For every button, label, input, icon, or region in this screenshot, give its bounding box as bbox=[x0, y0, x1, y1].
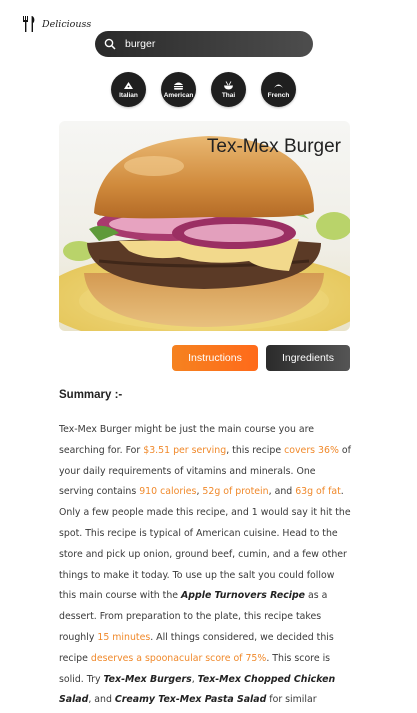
cuisine-label: Italian bbox=[119, 91, 138, 99]
cuisine-french[interactable]: French bbox=[261, 72, 296, 107]
search-input[interactable] bbox=[125, 38, 295, 50]
summary-recipe-link[interactable]: Tex-Mex Burgers bbox=[103, 674, 191, 685]
app-logo[interactable]: Deliciouss bbox=[22, 16, 91, 32]
summary-highlight: deserves a spoonacular score of 75% bbox=[90, 652, 267, 664]
instructions-button[interactable]: Instructions bbox=[172, 345, 258, 371]
summary-recipe-link[interactable]: Apple Turnovers Recipe bbox=[181, 590, 305, 601]
summary-text: . Only a few people made this recipe, an… bbox=[59, 486, 351, 602]
summary-highlight: 63g of fat bbox=[295, 486, 341, 498]
recipe-image: Tex-Mex Burger bbox=[59, 121, 350, 331]
search-icon bbox=[104, 38, 116, 50]
summary-highlight: covers 36% bbox=[284, 444, 339, 456]
summary-heading: Summary :- bbox=[59, 389, 123, 401]
summary-text: , and bbox=[88, 694, 115, 706]
summary-recipe-link[interactable]: Creamy Tex-Mex Pasta Salad bbox=[115, 694, 266, 705]
cuisine-label: Thai bbox=[221, 91, 236, 99]
summary-highlight: $3.51 per serving bbox=[143, 444, 227, 456]
croissant-icon bbox=[274, 84, 283, 88]
app-name: Deliciouss bbox=[42, 18, 92, 30]
cuisine-label: American bbox=[163, 91, 194, 99]
cuisine-italian[interactable]: Italian bbox=[111, 72, 146, 107]
cuisine-thai[interactable]: Thai bbox=[211, 72, 246, 107]
recipe-summary: Tex-Mex Burger might be just the main co… bbox=[59, 420, 351, 713]
summary-highlight: 52g of protein bbox=[202, 486, 269, 498]
burger-icon bbox=[174, 82, 183, 90]
cuisine-label: French bbox=[267, 91, 290, 99]
summary-text: , this recipe bbox=[226, 444, 285, 456]
recipe-title: Tex-Mex Burger bbox=[206, 136, 341, 157]
ingredients-button[interactable]: Ingredients bbox=[266, 345, 350, 371]
search-bar[interactable] bbox=[95, 31, 313, 57]
summary-text: , and bbox=[268, 486, 296, 498]
cuisine-list: Italian American Thai French bbox=[111, 72, 296, 107]
summary-highlight: 15 minutes bbox=[97, 631, 151, 643]
summary-highlight: 910 calories bbox=[139, 486, 197, 498]
pizza-icon bbox=[124, 81, 133, 89]
fork-knife-icon bbox=[23, 16, 35, 32]
cuisine-american[interactable]: American bbox=[161, 72, 196, 107]
bowl-icon bbox=[224, 80, 233, 89]
